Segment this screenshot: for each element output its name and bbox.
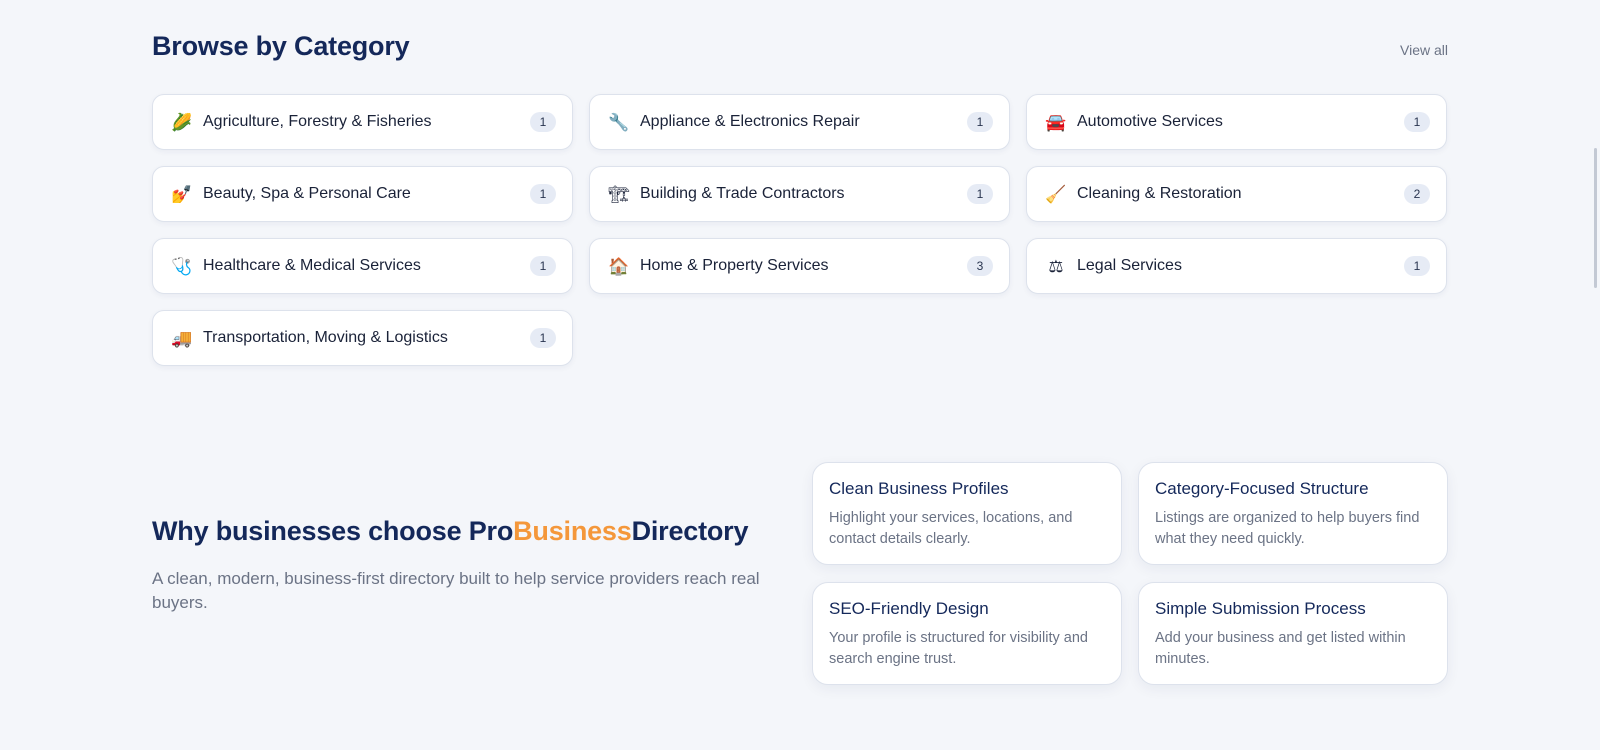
feature-title: Clean Business Profiles <box>829 479 1009 498</box>
category-count-badge: 1 <box>530 256 556 276</box>
category-count-badge: 1 <box>530 184 556 204</box>
browse-title: Browse by Category <box>152 30 410 61</box>
category-card[interactable]: 🔧 Appliance & Electronics Repair 1 <box>589 94 1010 150</box>
category-label: Automotive Services <box>1077 113 1223 130</box>
category-card[interactable]: 🩺 Healthcare & Medical Services 1 <box>152 238 573 294</box>
why-subtitle: A clean, modern, business-first director… <box>152 569 760 612</box>
scales-icon: ⚖ <box>1048 256 1064 276</box>
feature-description: Highlight your services, locations, and … <box>829 510 1073 547</box>
feature-card: Category-Focused Structure Listings are … <box>1138 462 1448 565</box>
view-all-link[interactable]: View all <box>1400 42 1448 58</box>
feature-title: Simple Submission Process <box>1155 599 1366 618</box>
nail-polish-icon: 💅 <box>171 184 193 204</box>
construction-crane-icon: 🏗 <box>608 184 630 204</box>
category-count-badge: 1 <box>1404 112 1430 132</box>
wrench-icon: 🔧 <box>608 112 630 132</box>
category-grid: 🌽 Agriculture, Forestry & Fisheries 1 🔧 … <box>152 94 1448 366</box>
category-count-badge: 1 <box>967 112 993 132</box>
page: Browse by Category View all 🌽 Agricultur… <box>0 0 1600 750</box>
category-label: Legal Services <box>1077 257 1182 274</box>
category-count-badge: 2 <box>1404 184 1430 204</box>
feature-grid: Clean Business Profiles Highlight your s… <box>812 462 1448 685</box>
feature-title: SEO-Friendly Design <box>829 599 989 618</box>
category-card[interactable]: 🚘 Automotive Services 1 <box>1026 94 1447 150</box>
browse-category-section: Browse by Category View all 🌽 Agricultur… <box>152 28 1448 366</box>
category-card[interactable]: 💅 Beauty, Spa & Personal Care 1 <box>152 166 573 222</box>
stethoscope-icon: 🩺 <box>171 256 193 276</box>
car-icon: 🚘 <box>1045 112 1067 132</box>
feature-description: Add your business and get listed within … <box>1155 630 1406 667</box>
why-title-prefix: Why businesses choose Pro <box>152 516 514 546</box>
category-card[interactable]: 🏠 Home & Property Services 3 <box>589 238 1010 294</box>
category-card[interactable]: 🧹 Cleaning & Restoration 2 <box>1026 166 1447 222</box>
feature-title: Category-Focused Structure <box>1155 479 1369 498</box>
why-title-accent: Business <box>513 516 632 546</box>
house-icon: 🏠 <box>608 256 630 276</box>
category-label: Building & Trade Contractors <box>640 185 845 202</box>
why-intro: Why businesses choose ProBusinessDirecto… <box>152 516 782 615</box>
category-card[interactable]: ⚖ Legal Services 1 <box>1026 238 1447 294</box>
category-card[interactable]: 🚚 Transportation, Moving & Logistics 1 <box>152 310 573 366</box>
feature-card: SEO-Friendly Design Your profile is stru… <box>812 582 1122 685</box>
category-card[interactable]: 🌽 Agriculture, Forestry & Fisheries 1 <box>152 94 573 150</box>
browse-header: Browse by Category View all <box>152 28 1448 64</box>
feature-card: Simple Submission Process Add your busin… <box>1138 582 1448 685</box>
category-count-badge: 1 <box>530 112 556 132</box>
category-count-badge: 1 <box>530 328 556 348</box>
category-label: Healthcare & Medical Services <box>203 257 421 274</box>
category-label: Appliance & Electronics Repair <box>640 113 860 130</box>
category-count-badge: 1 <box>1404 256 1430 276</box>
category-card[interactable]: 🏗 Building & Trade Contractors 1 <box>589 166 1010 222</box>
category-label: Home & Property Services <box>640 257 829 274</box>
feature-card: Clean Business Profiles Highlight your s… <box>812 462 1122 565</box>
feature-description: Your profile is structured for visibilit… <box>829 630 1088 667</box>
category-count-badge: 1 <box>967 184 993 204</box>
scrollbar-thumb[interactable] <box>1594 148 1597 288</box>
broom-icon: 🧹 <box>1045 184 1067 204</box>
category-label: Cleaning & Restoration <box>1077 185 1242 202</box>
category-label: Agriculture, Forestry & Fisheries <box>203 113 432 130</box>
why-title-suffix: Directory <box>631 516 749 546</box>
feature-description: Listings are organized to help buyers fi… <box>1155 510 1420 547</box>
truck-icon: 🚚 <box>171 328 193 348</box>
category-count-badge: 3 <box>967 256 993 276</box>
category-label: Beauty, Spa & Personal Care <box>203 185 411 202</box>
why-title: Why businesses choose ProBusinessDirecto… <box>152 516 782 547</box>
corn-icon: 🌽 <box>171 112 193 132</box>
category-label: Transportation, Moving & Logistics <box>203 329 448 346</box>
